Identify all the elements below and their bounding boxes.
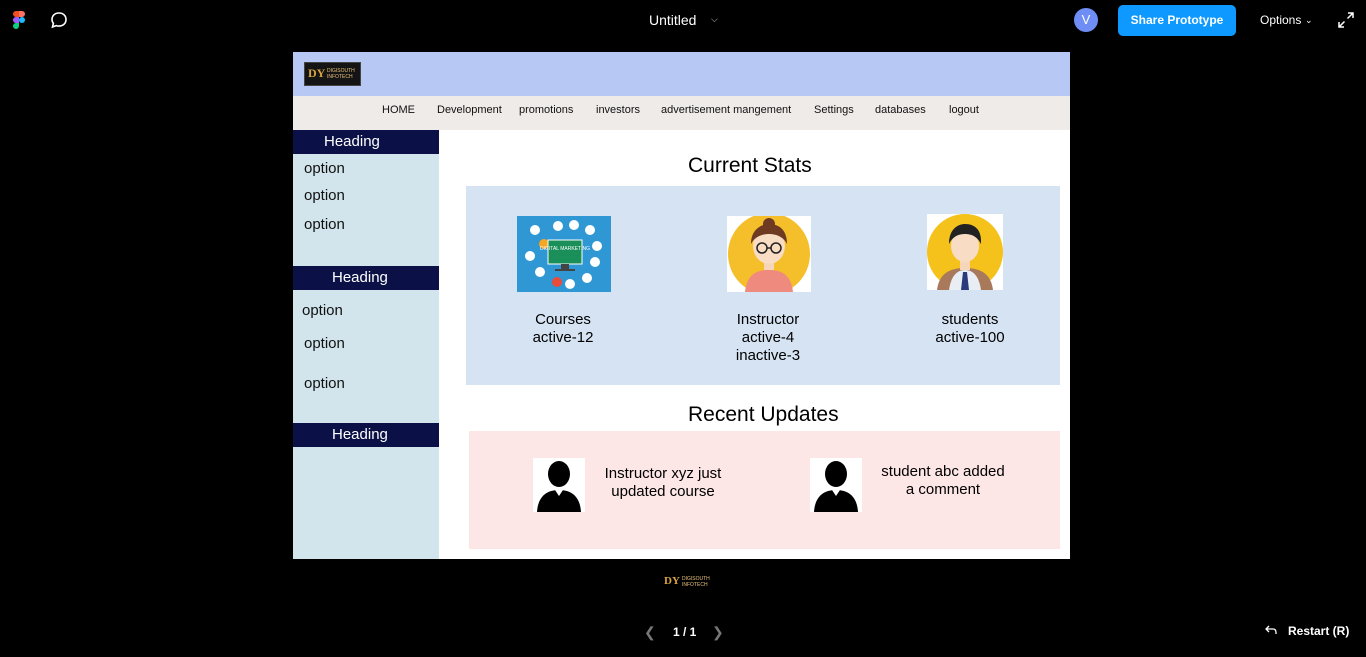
nav-item-investors[interactable]: investors [596, 104, 640, 116]
nav-item-settings[interactable]: Settings [814, 104, 854, 116]
nav-item-promotions[interactable]: promotions [519, 104, 573, 116]
courses-stat: Courses active-12 [532, 311, 594, 346]
chevron-down-icon[interactable]: ⌄ [1305, 15, 1313, 26]
restart-arrow-icon [1265, 625, 1277, 634]
expand-icon[interactable] [1338, 12, 1354, 28]
sidebar-option[interactable]: option [302, 302, 343, 319]
sidebar-heading: Heading [293, 266, 439, 290]
instructor-stat: Instructor active-4 inactive-3 [735, 311, 801, 364]
update-item-text: student abc added a comment [881, 463, 1005, 498]
document-title[interactable]: Untitled [649, 12, 696, 28]
sidebar-option[interactable]: option [304, 375, 345, 392]
chevron-right-icon[interactable]: ❯ [712, 624, 724, 641]
digital-marketing-label: DIGITAL MARKETING [540, 246, 590, 252]
sidebar-option[interactable]: option [304, 335, 345, 352]
nav-bar: HOME Development promotions investors ad… [293, 96, 1070, 130]
user-silhouette-icon [533, 458, 585, 512]
prototype-frame: DY DIGISOUTH INFOTECH HOME Development p… [293, 52, 1070, 559]
stats-panel: DIGITAL MARKETING Courses active-12 Inst… [466, 186, 1060, 385]
nav-item-advertisement[interactable]: advertisement mangement [661, 104, 791, 116]
nav-item-databases[interactable]: databases [875, 104, 926, 116]
sidebar-option[interactable]: option [304, 160, 345, 177]
share-prototype-button[interactable]: Share Prototype [1118, 5, 1236, 36]
nav-item-home[interactable]: HOME [382, 104, 415, 116]
sidebar-option[interactable]: option [304, 216, 345, 233]
bottom-company-logo: DY DIGISOUTH INFOTECH [663, 574, 710, 591]
sidebar-option[interactable]: option [304, 187, 345, 204]
update-item-text: Instructor xyz just updated course [604, 465, 722, 500]
digital-marketing-image: DIGITAL MARKETING [517, 216, 611, 292]
updates-panel: Instructor xyz just updated course stude… [469, 431, 1060, 549]
students-stat: students active-100 [935, 311, 1005, 346]
sidebar-heading: Heading [293, 423, 439, 447]
recent-updates-title: Recent Updates [688, 403, 839, 426]
instructor-avatar-image [727, 216, 811, 292]
current-stats-title: Current Stats [688, 154, 812, 177]
user-silhouette-icon [810, 458, 862, 512]
nav-item-logout[interactable]: logout [949, 104, 979, 116]
options-menu[interactable]: Options [1260, 13, 1301, 27]
sidebar-heading: Heading [293, 130, 439, 154]
nav-item-development[interactable]: Development [437, 104, 502, 116]
company-logo[interactable]: DY DIGISOUTH INFOTECH [304, 62, 361, 86]
student-avatar-image [927, 214, 1003, 290]
chevron-down-icon[interactable]: ⌵ [711, 14, 718, 25]
avatar[interactable]: V [1074, 8, 1098, 32]
sidebar: Heading option option option Heading opt… [293, 130, 439, 559]
toolbar: Untitled ⌵ V Share Prototype Options ⌄ [0, 0, 1366, 40]
comment-icon[interactable] [50, 11, 68, 29]
chevron-left-icon[interactable]: ❮ [644, 624, 656, 641]
site-header: DY DIGISOUTH INFOTECH [293, 52, 1070, 96]
page-indicator: 1 / 1 [673, 625, 697, 639]
figma-logo-icon[interactable] [13, 11, 25, 29]
